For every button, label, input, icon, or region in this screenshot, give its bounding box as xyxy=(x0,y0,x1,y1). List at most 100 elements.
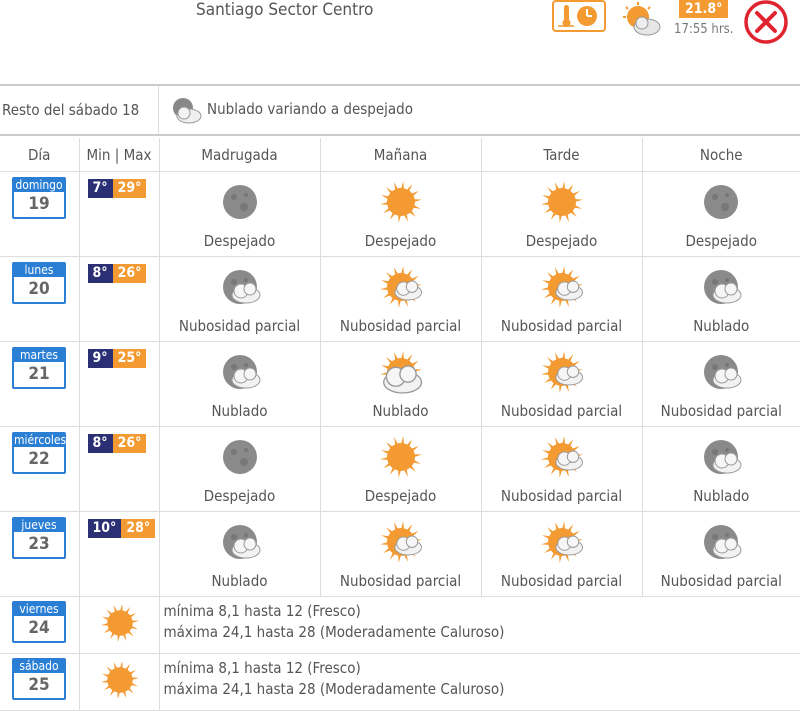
clear-night-icon xyxy=(218,180,262,224)
extended-forecast-row: sábado 25 mínima 8,1 hasta 12 (Fresco) m… xyxy=(0,654,800,711)
max-temp: 26° xyxy=(113,264,147,283)
max-temp: 25° xyxy=(113,349,147,368)
clear-night-icon xyxy=(699,180,743,224)
condition-text: Nublado xyxy=(160,402,320,420)
partly-cloudy-icon xyxy=(379,265,423,309)
thermometer-clock-button[interactable] xyxy=(552,0,606,32)
period-cell: Despejado xyxy=(159,172,320,257)
summary-cell: mínima 8,1 hasta 12 (Fresco) máxima 24,1… xyxy=(159,597,800,654)
summary-text: mínima 8,1 hasta 12 (Fresco) máxima 24,1… xyxy=(164,658,505,700)
min-max-cell: 8° 26° xyxy=(79,257,159,342)
summary-icon-cell xyxy=(79,654,159,711)
calendar-icon: martes 21 xyxy=(12,347,66,389)
condition-text: Despejado xyxy=(160,232,320,250)
period-cell: Despejado xyxy=(159,427,320,512)
location-title: Santiago Sector Centro xyxy=(196,0,373,20)
current-temp-badge: 21.8° xyxy=(679,0,728,18)
condition-text: Nubosidad parcial xyxy=(482,317,642,335)
sun-icon xyxy=(379,435,423,479)
sun-icon xyxy=(540,180,584,224)
min-temp: 9° xyxy=(88,349,113,368)
day-number: 19 xyxy=(14,192,64,216)
condition-text: Despejado xyxy=(160,487,320,505)
period-cell: Nublado xyxy=(159,342,320,427)
forecast-row: martes 21 9° 25° Nublado Nublado Nubosid… xyxy=(0,342,800,427)
calendar-icon: sábado 25 xyxy=(12,658,66,700)
cloudy-night-icon xyxy=(218,350,262,394)
min-max-badge: 7° 29° xyxy=(88,179,147,198)
condition-text: Nubosidad parcial xyxy=(643,402,800,420)
day-name: sábado xyxy=(14,660,64,673)
day-name: jueves xyxy=(14,519,64,532)
table-header-row: Día Min | Max Madrugada Mañana Tarde Noc… xyxy=(0,138,800,172)
period-cell: Nubosidad parcial xyxy=(481,427,642,512)
cloudy-night-icon xyxy=(699,350,743,394)
min-temp: 7° xyxy=(88,179,113,198)
current-time: 17:55 hrs. xyxy=(674,22,733,37)
cloudy-night-icon xyxy=(218,265,262,309)
summary-text: mínima 8,1 hasta 12 (Fresco) máxima 24,1… xyxy=(164,601,505,643)
forecast-row: domingo 19 7° 29° Despejado Despejado De… xyxy=(0,172,800,257)
period-cell: Nubosidad parcial xyxy=(642,512,800,597)
max-summary: máxima 24,1 hasta 28 (Moderadamente Calu… xyxy=(164,679,505,700)
day-cell: martes 21 xyxy=(0,342,79,427)
cloudy-night-icon xyxy=(218,520,262,564)
max-temp: 26° xyxy=(113,434,147,453)
partly-cloudy-icon xyxy=(379,520,423,564)
rest-of-day-label: Resto del sábado 18 xyxy=(2,101,139,119)
thermometer-clock-icon xyxy=(554,2,604,30)
cloudy-night-icon xyxy=(699,435,743,479)
condition-text: Despejado xyxy=(321,487,481,505)
header-tarde: Tarde xyxy=(481,138,642,172)
condition-text: Nublado xyxy=(321,402,481,420)
condition-text: Nublado xyxy=(643,317,800,335)
period-cell: Nubosidad parcial xyxy=(481,257,642,342)
condition-text: Despejado xyxy=(643,232,800,250)
day-number: 25 xyxy=(14,673,64,697)
day-name: viernes xyxy=(14,603,64,616)
day-number: 20 xyxy=(14,277,64,301)
period-cell: Nubosidad parcial xyxy=(320,512,481,597)
day-number: 22 xyxy=(14,447,64,471)
summary-cell: mínima 8,1 hasta 12 (Fresco) máxima 24,1… xyxy=(159,654,800,711)
partly-cloudy-icon xyxy=(622,2,662,38)
close-icon xyxy=(741,0,791,45)
partly-cloudy-icon xyxy=(540,265,584,309)
min-temp: 10° xyxy=(88,519,122,538)
cloudy-icon xyxy=(379,350,423,394)
calendar-icon: miércoles 22 xyxy=(12,432,66,474)
forecast-row: lunes 20 8° 26° Nubosidad parcial Nubosi… xyxy=(0,257,800,342)
rest-of-day-description: Nublado variando a despejado xyxy=(207,100,413,118)
day-number: 24 xyxy=(14,616,64,640)
min-max-badge: 8° 26° xyxy=(88,434,147,453)
day-number: 23 xyxy=(14,532,64,556)
period-cell: Nubosidad parcial xyxy=(642,342,800,427)
condition-text: Nublado xyxy=(160,572,320,590)
rest-of-day-row: Resto del sábado 18 Nublado variando a d… xyxy=(0,86,800,136)
day-cell: sábado 25 xyxy=(0,654,79,711)
min-max-badge: 9° 25° xyxy=(88,349,147,368)
max-temp: 28° xyxy=(121,519,155,538)
forecast-table: Día Min | Max Madrugada Mañana Tarde Noc… xyxy=(0,138,800,711)
day-cell: jueves 23 xyxy=(0,512,79,597)
cloudy-night-icon xyxy=(699,520,743,564)
header-min-max: Min | Max xyxy=(79,138,159,172)
min-max-badge: 8° 26° xyxy=(88,264,147,283)
cloudy-night-icon xyxy=(170,96,202,126)
period-cell: Nubosidad parcial xyxy=(481,512,642,597)
close-button[interactable] xyxy=(741,0,791,45)
header-madrugada: Madrugada xyxy=(159,138,320,172)
period-cell: Nublado xyxy=(159,512,320,597)
partly-cloudy-icon xyxy=(540,520,584,564)
period-cell: Despejado xyxy=(320,172,481,257)
forecast-row: jueves 23 10° 28° Nublado Nubosidad parc… xyxy=(0,512,800,597)
condition-text: Nubosidad parcial xyxy=(321,317,481,335)
period-cell: Nublado xyxy=(642,427,800,512)
sun-icon xyxy=(379,180,423,224)
period-cell: Nubosidad parcial xyxy=(481,342,642,427)
day-name: miércoles xyxy=(14,434,64,447)
condition-text: Nubosidad parcial xyxy=(160,317,320,335)
min-temp: 8° xyxy=(88,264,113,283)
min-max-cell: 10° 28° xyxy=(79,512,159,597)
partly-cloudy-icon xyxy=(540,435,584,479)
